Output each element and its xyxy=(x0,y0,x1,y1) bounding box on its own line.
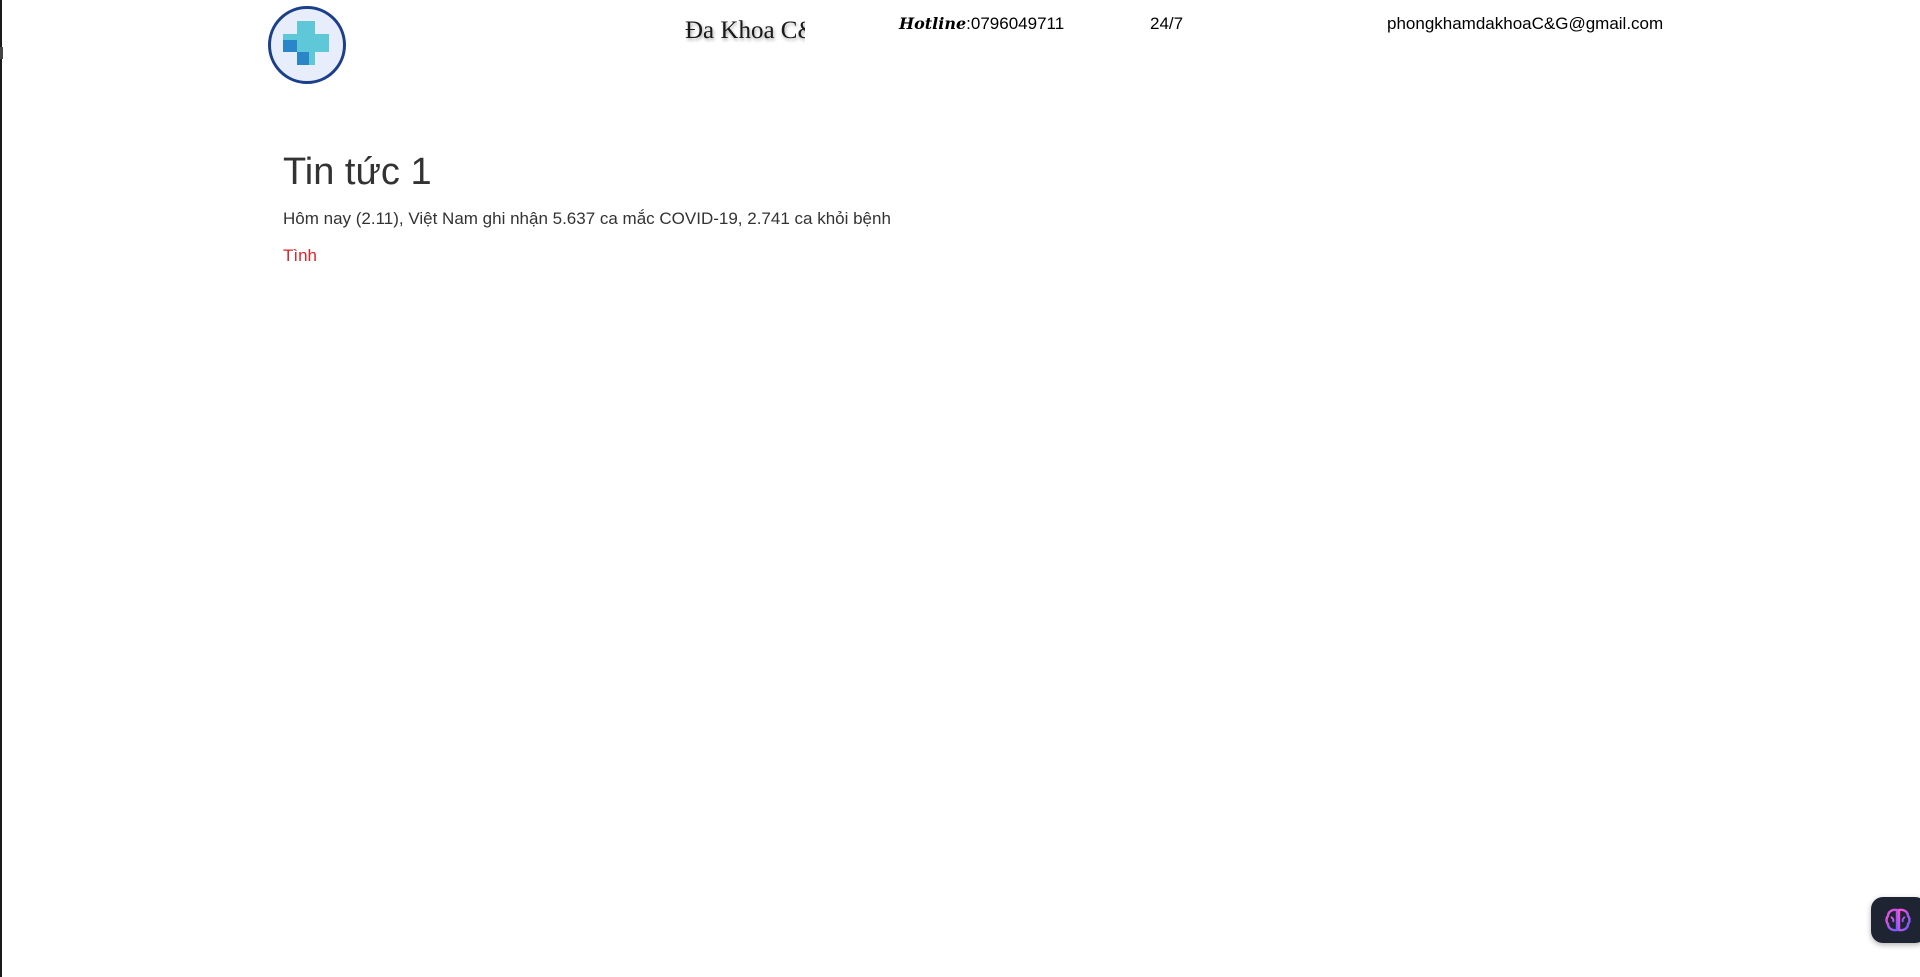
site-header: Đa Khoa C&G Hotline:0796049711 24/7 phon… xyxy=(0,0,1920,92)
clinic-name-container: Đa Khoa C&G xyxy=(685,14,805,48)
hotline-number[interactable]: 0796049711 xyxy=(971,14,1064,33)
floating-assistant-button[interactable] xyxy=(1871,897,1920,943)
brain-icon xyxy=(1885,908,1911,932)
clinic-logo[interactable] xyxy=(268,6,346,84)
article-link[interactable]: Tình xyxy=(283,244,317,268)
opening-hours: 24/7 xyxy=(1150,14,1184,33)
hotline: Hotline:0796049711 xyxy=(899,14,1064,34)
window-left-edge xyxy=(0,0,2,977)
article-title: Tin tức 1 xyxy=(283,151,432,193)
hotline-label: Hotline xyxy=(899,14,967,33)
clinic-name: Đa Khoa C&G xyxy=(685,17,805,44)
article-summary: Hôm nay (2.11), Việt Nam ghi nhận 5.637 … xyxy=(283,209,891,228)
contact-email[interactable]: phongkhamdakhoaC&G@gmail.com xyxy=(1387,14,1663,34)
medical-cross-icon xyxy=(283,21,329,65)
